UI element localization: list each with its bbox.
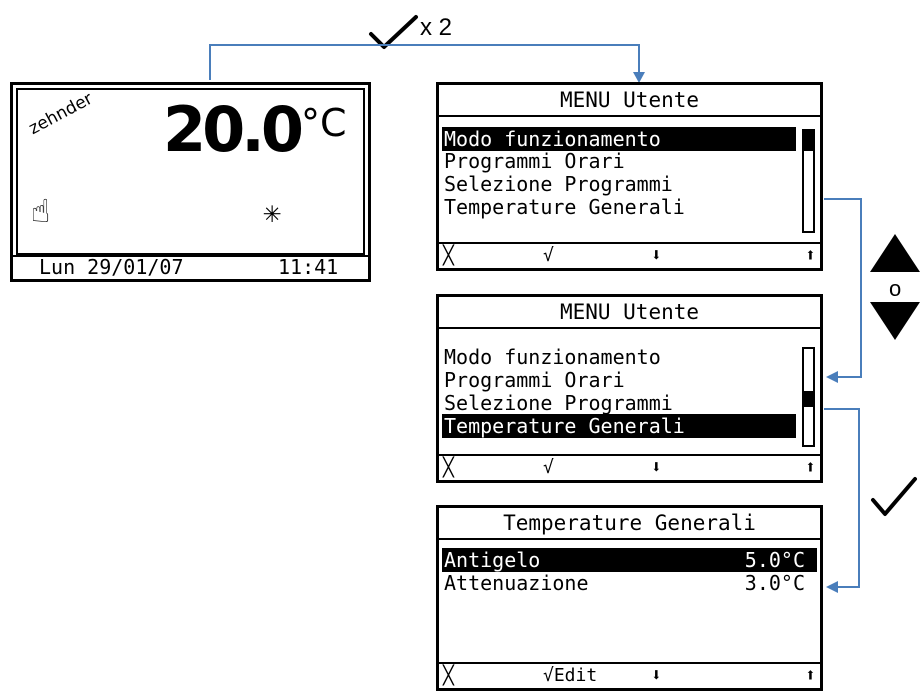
connector-menu2-to-temps [824, 408, 860, 410]
up-triangle-icon [870, 234, 920, 272]
arrowhead-left [826, 371, 838, 383]
menu-item-programmi-orari[interactable]: Programmi Orari [442, 149, 796, 173]
edit-softkey[interactable]: √Edit [543, 664, 597, 688]
arrowhead-left [826, 581, 838, 593]
menu-item-selezione[interactable]: Selezione Programmi [442, 172, 796, 196]
down-softkey[interactable]: ⬇ [651, 664, 662, 688]
temperature-unit: °C [301, 101, 347, 145]
hand-pointer-icon: ☝ [31, 192, 51, 230]
cancel-softkey[interactable]: ╳ [443, 244, 454, 268]
menu-item-modo[interactable]: Modo funzionamento [442, 127, 796, 151]
up-softkey[interactable]: ⬆ [805, 456, 816, 480]
menu-screen-2: MENU Utente Modo funzionamento Programmi… [436, 294, 823, 483]
scrollbar[interactable] [802, 129, 815, 233]
home-screen: zehnder 20.0 °C ☝ ✳ Lun 29/01/07 11:41 [10, 82, 371, 282]
menu-screen-1: MENU Utente Modo funzionamento Programmi… [436, 82, 823, 271]
scrollbar-thumb[interactable] [804, 391, 813, 407]
up-softkey[interactable]: ⬆ [805, 244, 816, 268]
date-label: Lun 29/01/07 [39, 255, 184, 279]
connector-home-to-menu [209, 44, 211, 80]
setting-value: 3.0°C [744, 571, 805, 595]
screen-title: Temperature Generali [503, 511, 756, 535]
menu-title: MENU Utente [559, 300, 700, 324]
confirm-softkey[interactable]: √ [543, 456, 554, 480]
connector-menu1-to-menu2 [824, 198, 862, 200]
cancel-softkey[interactable]: ╳ [443, 456, 454, 480]
menu-item-temperature[interactable]: Temperature Generali [442, 414, 796, 438]
setting-label: Antigelo [444, 548, 541, 572]
up-softkey[interactable]: ⬆ [805, 664, 816, 688]
scrollbar-thumb[interactable] [804, 131, 813, 151]
confirm-softkey[interactable]: √ [543, 244, 554, 268]
confirm-count-label: x 2 [420, 14, 453, 41]
menu-item-temperature[interactable]: Temperature Generali [442, 195, 796, 219]
menu-item-modo[interactable]: Modo funzionamento [442, 345, 796, 369]
down-softkey[interactable]: ⬇ [651, 456, 662, 480]
menu-title: MENU Utente [559, 88, 700, 112]
temperature-value: 20.0 [163, 93, 304, 166]
scrollbar[interactable] [802, 347, 815, 447]
menu-item-selezione[interactable]: Selezione Programmi [442, 391, 796, 415]
setting-label: Attenuazione [444, 571, 589, 595]
setting-row-attenuazione[interactable]: Attenuazione 3.0°C [442, 571, 817, 595]
menu-item-programmi-orari[interactable]: Programmi Orari [442, 368, 796, 392]
setting-row-antigelo[interactable]: Antigelo 5.0°C [442, 548, 817, 572]
time-label: 11:41 [278, 255, 339, 279]
checkmark-icon [871, 477, 917, 516]
down-softkey[interactable]: ⬇ [651, 244, 662, 268]
or-label: o [889, 276, 902, 301]
setting-value: 5.0°C [744, 548, 805, 572]
down-triangle-icon [870, 302, 920, 340]
temperature-screen: Temperature Generali Antigelo 5.0°C Atte… [436, 505, 823, 691]
snowflake-icon: ✳ [263, 195, 282, 230]
cancel-softkey[interactable]: ╳ [443, 664, 454, 688]
